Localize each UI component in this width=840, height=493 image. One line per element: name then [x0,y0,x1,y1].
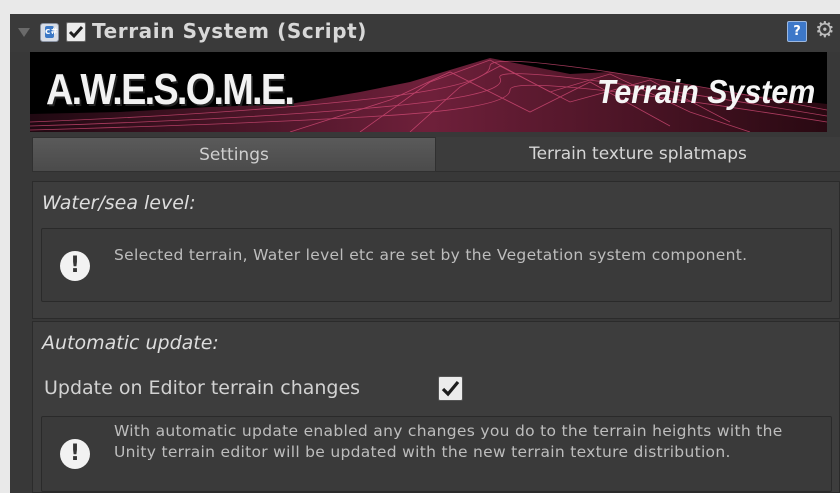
script-icon: c# [40,23,59,42]
awesome-banner: A.W.E.S.O.M.E. Terrain System [30,52,827,132]
water-help-box: ! Selected terrain, Water level etc are … [41,228,832,302]
update-on-editor-changes-checkbox[interactable] [438,376,463,401]
update-on-editor-changes-label: Update on Editor terrain changes [44,377,361,399]
automatic-update-section: Automatic update: Update on Editor terra… [32,321,840,493]
info-icon: ! [60,439,90,469]
tab-terrain-texture-splatmaps[interactable]: Terrain texture splatmaps [436,137,840,172]
checkmark-icon [68,26,84,39]
foldout-arrow-icon[interactable] [18,28,30,37]
checkmark-icon [441,380,460,397]
auto-update-help-text: With automatic update enabled any change… [114,422,783,461]
water-help-text: Selected terrain, Water level etc are se… [114,246,748,264]
tab-settings[interactable]: Settings [32,137,436,172]
banner-logo: A.W.E.S.O.M.E. [46,65,295,114]
inspector-panel: c# Terrain System (Script) ? ⚙ A.W.E.S.O… [10,14,840,493]
auto-update-help-box: ! With automatic update enabled any chan… [41,416,832,492]
water-section-label: Water/sea level: [42,192,196,214]
banner-subtitle: Terrain System [596,73,815,110]
gear-icon[interactable]: ⚙ [815,18,835,44]
water-section: Water/sea level: ! Selected terrain, Wat… [32,181,840,319]
info-icon: ! [60,251,90,281]
component-title: Terrain System (Script) [92,19,368,43]
component-header[interactable]: c# Terrain System (Script) ? ⚙ [10,14,840,52]
help-icon[interactable]: ? [787,21,807,42]
tab-bar: Settings Terrain texture splatmaps [32,137,840,172]
component-enabled-checkbox[interactable] [66,22,86,42]
automatic-update-label: Automatic update: [42,332,219,354]
